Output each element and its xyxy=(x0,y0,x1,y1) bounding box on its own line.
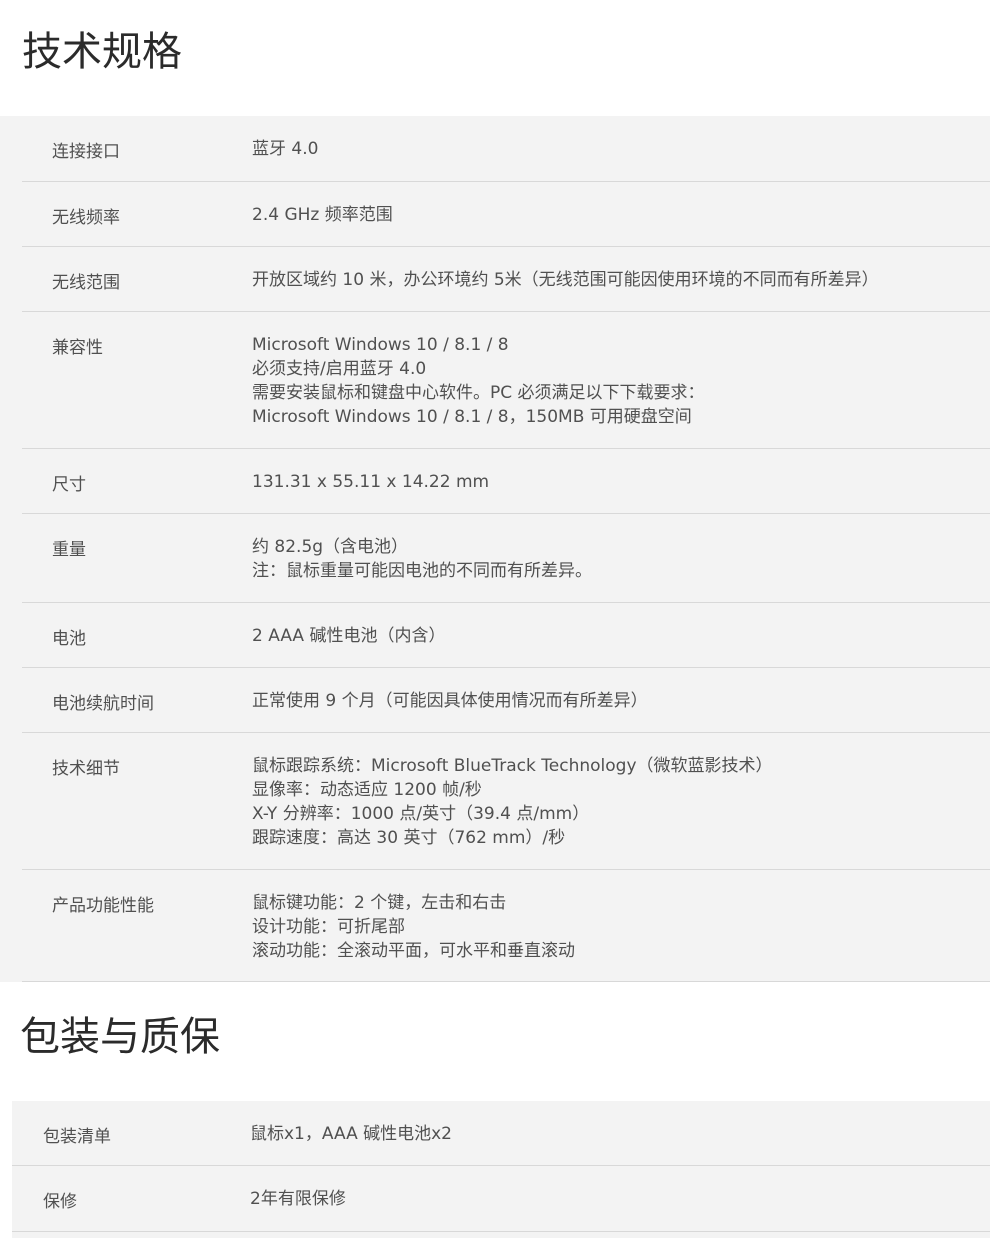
spec-value-line: 必须支持/启用蓝牙 4.0 xyxy=(252,359,427,379)
spec-value: 2 AAA 碱性电池（内含） xyxy=(252,624,445,648)
spec-value-line: 2 AAA 碱性电池（内含） xyxy=(252,626,446,646)
spec-value-line: 约 82.5g（含电池） xyxy=(252,537,409,557)
package-value: 2年有限保修 xyxy=(250,1187,346,1211)
spec-value: 约 82.5g（含电池） 注：鼠标重量可能因电池的不同而有所差异。 xyxy=(252,535,592,583)
spec-value: 鼠标键功能：2 个键，左击和右击 设计功能：可折尾部 滚动功能：全滚动平面，可水… xyxy=(252,891,575,963)
spec-row-dimensions: 尺寸 131.31 x 55.11 x 14.22 mm xyxy=(22,449,990,514)
spec-label: 无线频率 xyxy=(52,208,120,228)
package-value: 鼠标x1，AAA 碱性电池x2 xyxy=(250,1122,452,1146)
spec-row-battery-life: 电池续航时间 正常使用 9 个月（可能因具体使用情况而有所差异） xyxy=(22,668,990,733)
spec-value-line: 显像率：动态适应 1200 帧/秒 xyxy=(252,780,482,800)
spec-label: 技术细节 xyxy=(52,759,120,779)
spec-value: 蓝牙 4.0 xyxy=(252,137,318,161)
spec-row-technical-details: 技术细节 鼠标跟踪系统：Microsoft BlueTrack Technolo… xyxy=(22,733,990,870)
spec-label: 电池 xyxy=(52,629,86,649)
spec-row-connection: 连接接口 蓝牙 4.0 xyxy=(22,116,990,182)
package-value-line: 2年有限保修 xyxy=(250,1189,346,1209)
spec-value-line: 2.4 GHz 频率范围 xyxy=(252,205,393,225)
spec-value: Microsoft Windows 10 / 8.1 / 8 必须支持/启用蓝牙… xyxy=(252,333,705,429)
spec-row-wireless-frequency: 无线频率 2.4 GHz 频率范围 xyxy=(22,182,990,247)
spec-label: 尺寸 xyxy=(52,475,86,495)
spec-value: 131.31 x 55.11 x 14.22 mm xyxy=(252,470,489,494)
spec-value-line: 蓝牙 4.0 xyxy=(252,139,319,159)
spec-row-compatibility: 兼容性 Microsoft Windows 10 / 8.1 / 8 必须支持/… xyxy=(22,312,990,449)
package-table: 包装清单 鼠标x1，AAA 碱性电池x2 保修 2年有限保修 xyxy=(12,1101,990,1238)
spec-value-line: 鼠标键功能：2 个键，左击和右击 xyxy=(252,893,507,913)
spec-row-battery: 电池 2 AAA 碱性电池（内含） xyxy=(22,603,990,668)
specs-table: 连接接口 蓝牙 4.0 无线频率 2.4 GHz 频率范围 无线范围 开放区域约… xyxy=(0,116,990,982)
spec-label: 电池续航时间 xyxy=(52,694,154,714)
spec-value-line: 鼠标跟踪系统：Microsoft BlueTrack Technology（微软… xyxy=(252,756,773,776)
spec-value-line: Microsoft Windows 10 / 8.1 / 8，150MB 可用硬… xyxy=(252,407,692,427)
spec-value: 鼠标跟踪系统：Microsoft BlueTrack Technology（微软… xyxy=(252,754,773,850)
package-row-contents: 包装清单 鼠标x1，AAA 碱性电池x2 xyxy=(12,1101,990,1166)
spec-value-line: 注：鼠标重量可能因电池的不同而有所差异。 xyxy=(252,561,592,581)
spec-value-line: Microsoft Windows 10 / 8.1 / 8 xyxy=(252,335,509,355)
spec-value-line: 跟踪速度：高达 30 英寸（762 mm）/秒 xyxy=(252,828,566,848)
spec-value-line: 正常使用 9 个月（可能因具体使用情况而有所差异） xyxy=(252,691,648,711)
spec-label: 连接接口 xyxy=(52,142,120,162)
spec-row-product-features: 产品功能性能 鼠标键功能：2 个键，左击和右击 设计功能：可折尾部 滚动功能：全… xyxy=(22,870,990,982)
spec-label: 产品功能性能 xyxy=(52,896,154,916)
package-value-line: 鼠标x1，AAA 碱性电池x2 xyxy=(250,1124,452,1144)
spec-value-line: 131.31 x 55.11 x 14.22 mm xyxy=(252,472,490,492)
spec-label: 重量 xyxy=(52,540,86,560)
spec-value-line: 开放区域约 10 米，办公环境约 5米（无线范围可能因使用环境的不同而有所差异） xyxy=(252,270,879,290)
spec-value-line: X-Y 分辨率：1000 点/英寸（39.4 点/mm） xyxy=(252,804,590,824)
spec-value-line: 需要安装鼠标和键盘中心软件。PC 必须满足以下下载要求： xyxy=(252,383,705,403)
spec-value: 正常使用 9 个月（可能因具体使用情况而有所差异） xyxy=(252,689,648,713)
spec-value-line: 滚动功能：全滚动平面，可水平和垂直滚动 xyxy=(252,941,575,961)
package-label: 包装清单 xyxy=(43,1127,111,1147)
package-section-title: 包装与质保 xyxy=(20,1014,220,1060)
specs-section-title: 技术规格 xyxy=(22,29,182,75)
spec-value-line: 设计功能：可折尾部 xyxy=(252,917,405,937)
spec-label: 兼容性 xyxy=(52,338,103,358)
spec-row-weight: 重量 约 82.5g（含电池） 注：鼠标重量可能因电池的不同而有所差异。 xyxy=(22,514,990,603)
spec-row-wireless-range: 无线范围 开放区域约 10 米，办公环境约 5米（无线范围可能因使用环境的不同而… xyxy=(22,247,990,312)
package-row-warranty: 保修 2年有限保修 xyxy=(12,1166,990,1232)
package-label: 保修 xyxy=(43,1192,77,1212)
spec-label: 无线范围 xyxy=(52,273,120,293)
spec-value: 开放区域约 10 米，办公环境约 5米（无线范围可能因使用环境的不同而有所差异） xyxy=(252,268,879,292)
spec-value: 2.4 GHz 频率范围 xyxy=(252,203,393,227)
